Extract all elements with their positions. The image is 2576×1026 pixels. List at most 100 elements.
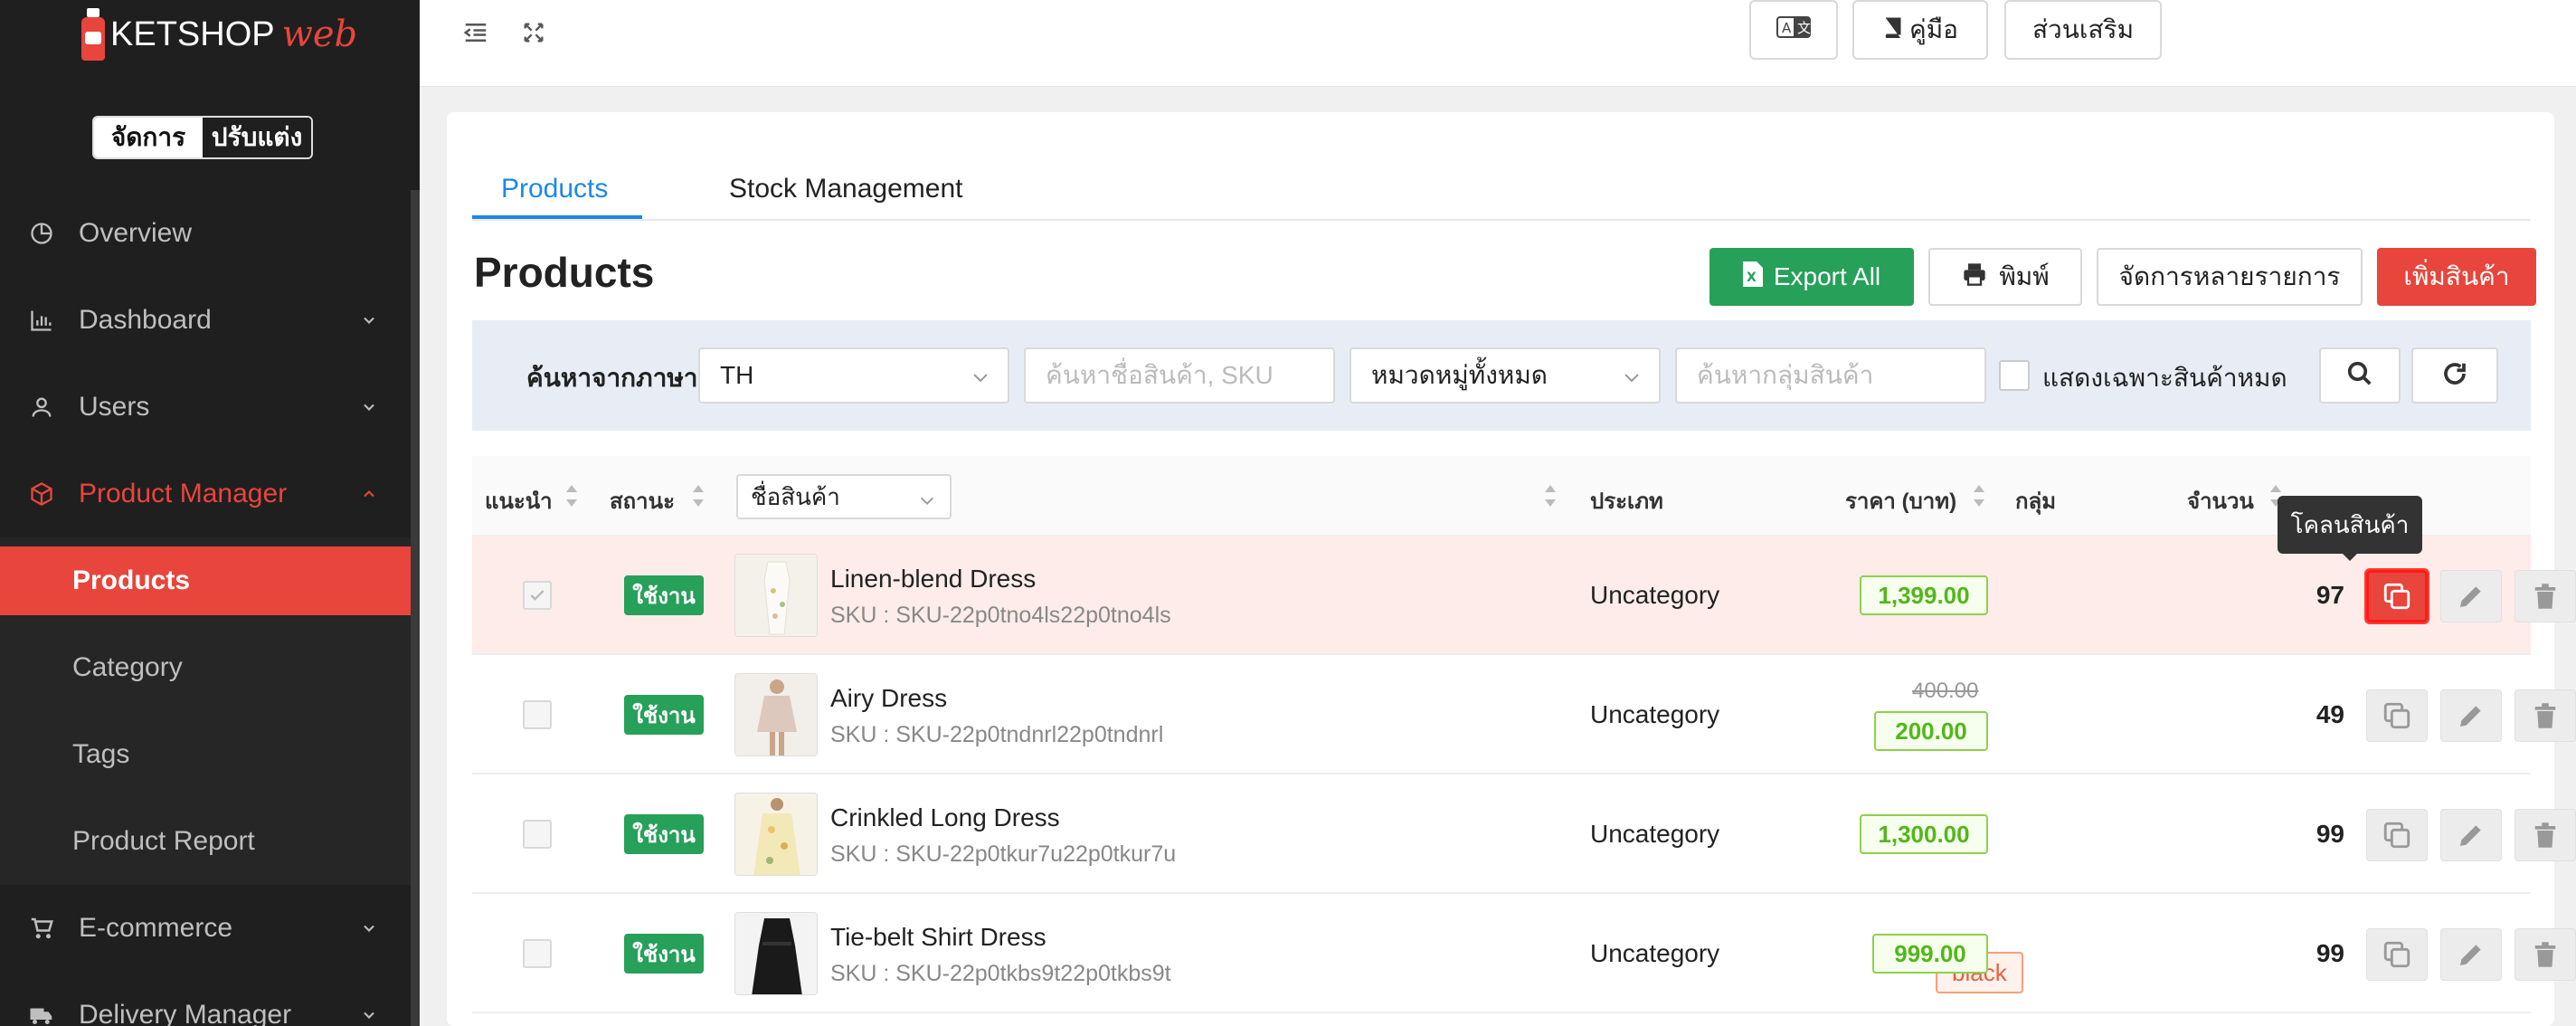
clone-button[interactable] [2366,928,2428,981]
bottle-logo-icon [81,8,105,61]
mode-customize[interactable]: ปรับแต่ง [203,118,311,157]
table-row[interactable]: ใช้งาน Airy Dress SKU : SKU-22p0tndnrl22… [472,655,2576,774]
chevron-down-icon [917,489,937,517]
status-badge: ใช้งาน [624,695,704,735]
pencil-icon [2460,706,2481,727]
category-value: หมวดหมู่ทั้งหมด [1371,361,1548,389]
recommend-checkbox[interactable] [523,939,552,968]
search-input[interactable]: ค้นหาชื่อสินค้า, SKU [1024,347,1335,404]
clone-button[interactable] [2364,568,2429,624]
category-select[interactable]: หมวดหมู่ทั้งหมด [1350,347,1661,404]
sidebar-item-dashboard[interactable]: Dashboard [0,277,411,364]
sidebar-subitem-product-report[interactable]: Product Report [0,805,411,878]
clone-button[interactable] [2366,809,2428,861]
edit-button[interactable] [2440,928,2502,981]
tab-products[interactable]: Products [501,159,608,219]
chevron-up-icon [358,483,380,505]
edit-button[interactable] [2440,570,2502,622]
manual-button[interactable]: คู่มือ [1852,0,1988,60]
delete-button[interactable] [2514,570,2576,622]
svg-text:A: A [1782,20,1792,36]
page-title: Products [474,249,655,296]
brand-suffix: web [281,14,358,55]
price-badge: 1,300.00 [1860,814,1988,854]
bulk-manage-button[interactable]: จัดการหลายรายการ [2097,248,2363,306]
language-button[interactable]: A文 [1749,0,1838,60]
product-name[interactable]: Linen-blend Dress [830,565,1036,594]
chevron-down-icon [358,396,380,418]
sidebar-item-label: E-commerce [79,913,233,943]
recommend-checkbox[interactable] [523,820,552,849]
brand-logo[interactable]: KETSHOP web [81,7,357,62]
svg-text:文: 文 [1797,20,1811,36]
product-name[interactable]: Crinkled Long Dress [830,803,1060,832]
table-row[interactable]: ใช้งาน Crinkled Long Dress SKU : SKU-22p… [472,774,2576,894]
print-button[interactable]: พิมพ์ [1928,248,2082,306]
sidebar-subitem-category[interactable]: Category [0,632,411,704]
sidebar-scrollbar[interactable] [411,190,420,1026]
menu-collapse-icon[interactable] [459,16,492,49]
delete-button[interactable] [2514,689,2576,742]
export-all-button[interactable]: X Export All [1709,248,1914,306]
product-name[interactable]: Airy Dress [830,684,947,713]
name-column-select[interactable]: ชื่อสินค้า [736,474,952,519]
brand-name: KETSHOP [110,14,275,53]
print-label: พิมพ์ [1999,262,2050,290]
col-price[interactable]: ราคา (บาท) [1845,483,1956,518]
recommend-checkbox[interactable] [523,581,552,610]
col-status[interactable]: สถานะ [610,483,675,518]
sidebar-subitem-products[interactable]: Products [0,546,411,615]
copy-icon [2383,822,2410,849]
sort-icon[interactable] [1543,483,1558,508]
delete-button[interactable] [2514,809,2576,861]
delete-button[interactable] [2514,928,2576,981]
user-icon [27,393,56,422]
price-badge: 200.00 [1874,711,1988,751]
sidebar-item-label: Delivery Manager [79,1000,292,1026]
chevron-down-icon [358,1004,380,1026]
language-select[interactable]: TH [698,347,1009,404]
sort-icon[interactable] [1972,483,1986,508]
language-value: TH [720,361,754,389]
products-card: Products Stock Management Products X Exp… [447,112,2576,1026]
sidebar-item-delivery-manager[interactable]: Delivery Manager [0,972,411,1026]
clone-button[interactable] [2366,689,2428,742]
col-recommend[interactable]: แนะนำ [485,483,553,518]
mode-manage[interactable]: จัดการ [94,118,203,157]
box-icon [27,480,56,508]
product-name[interactable]: Tie-belt Shirt Dress [830,923,1046,952]
out-of-stock-checkbox[interactable] [1999,360,2030,391]
product-thumbnail [734,912,818,995]
sidebar-item-overview[interactable]: Overview [0,190,411,277]
status-badge: ใช้งาน [624,934,704,974]
clone-tooltip: โคลนสินค้า [2278,496,2422,554]
group-search-input[interactable]: ค้นหากลุ่มสินค้า [1675,347,1986,404]
edit-button[interactable] [2440,689,2502,742]
price-badge: 999.00 [1872,934,1988,974]
check-icon [530,590,545,601]
sidebar-subitem-tags[interactable]: Tags [0,718,411,791]
refresh-button[interactable] [2411,347,2498,404]
copy-icon [2383,941,2410,968]
group-search-placeholder: ค้นหากลุ่มสินค้า [1697,361,1874,389]
truck-icon [27,1001,56,1026]
product-qty: 49 [2316,700,2344,728]
addons-button[interactable]: ส่วนเสริม [2004,0,2162,60]
fullscreen-icon[interactable] [517,16,550,49]
add-product-button[interactable]: เพิ่มสินค้า [2377,248,2536,306]
product-type: Uncategory [1590,820,1720,848]
table-row[interactable]: ใช้งาน Tie-belt Shirt Dress SKU : SKU-22… [472,894,2576,1013]
sidebar-item-ecommerce[interactable]: E-commerce [0,885,411,972]
sort-icon[interactable] [691,483,706,508]
trash-icon [2534,703,2556,728]
edit-button[interactable] [2440,809,2502,861]
col-qty[interactable]: จำนวน [2187,483,2254,518]
sort-icon[interactable] [564,483,579,508]
tab-stock-management[interactable]: Stock Management [729,159,962,219]
search-button[interactable] [2319,347,2401,404]
tooltip-arrow [2341,552,2359,561]
recommend-checkbox[interactable] [523,700,552,729]
table-row[interactable]: ใช้งาน Linen-blend Dress SKU : SKU-22p0t… [472,536,2576,655]
sidebar-item-users[interactable]: Users [0,364,411,451]
sidebar-item-product-manager[interactable]: Product Manager [0,451,411,537]
